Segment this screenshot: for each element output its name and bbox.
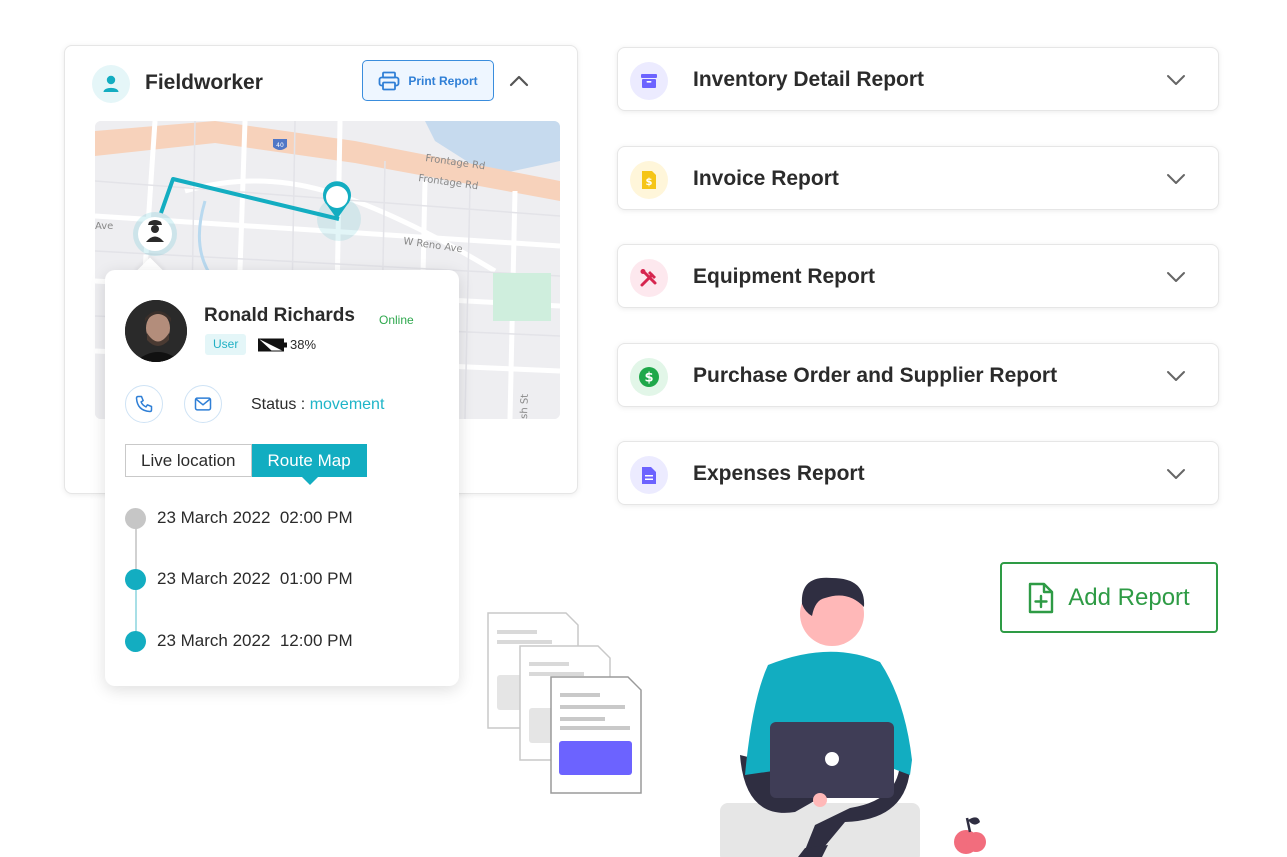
timeline-time: 23 March 2022 01:00 PM [157,569,353,588]
paper-stack-icon [487,612,642,794]
apple-icon [954,817,986,854]
highway-shield-label: 40 [276,142,284,149]
battery-indicator: 38% [258,337,316,352]
print-report-button[interactable]: Print Report [362,60,494,101]
report-title: Equipment Report [693,265,875,288]
status-value: movement [309,396,385,413]
timeline-dot [125,568,146,590]
file-plus-icon [1029,582,1054,613]
document-icon [630,456,668,494]
dollar-icon: $ [630,358,668,396]
timeline-time: 23 March 2022 12:00 PM [157,631,353,650]
fieldworker-title: Fieldworker [145,71,263,94]
worker-popover: Ronald Richards Online User 38% Status :… [105,270,459,686]
chevron-down-icon[interactable] [1164,265,1188,289]
chevron-down-icon[interactable] [1164,68,1188,92]
report-invoice[interactable]: $ Invoice Report [617,146,1219,210]
user-icon [92,65,130,103]
timeline-dot [125,630,146,652]
street-label: sh St [519,394,531,419]
report-title: Expenses Report [693,462,865,485]
worker-marker-icon [133,212,177,256]
mail-icon [194,397,212,411]
archive-icon [630,62,668,100]
battery-icon [258,338,287,351]
email-button[interactable] [184,385,222,423]
report-title: Purchase Order and Supplier Report [693,364,1058,387]
add-report-label: Add Report [1068,583,1190,611]
tools-icon [630,259,668,297]
tab-live-location[interactable]: Live location [125,444,252,477]
timeline-item: 23 March 2022 01:00 PM [125,568,353,590]
report-purchase-order-supplier[interactable]: $ Purchase Order and Supplier Report [617,343,1219,407]
timeline-dot [125,507,146,529]
report-title: Invoice Report [693,167,839,190]
printer-icon [378,71,400,90]
report-expenses[interactable]: Expenses Report [617,441,1219,505]
print-report-label: Print Report [408,73,478,88]
worker-name: Ronald Richards [204,305,355,326]
chevron-down-icon[interactable] [1164,364,1188,388]
location-tabs: Live location Route Map [125,444,367,485]
avatar [125,300,187,362]
role-badge: User [205,334,247,355]
svg-text:$: $ [644,371,653,386]
battery-percent: 38% [290,337,317,352]
timeline-item: 23 March 2022 12:00 PM [125,630,353,652]
chevron-down-icon[interactable] [1164,167,1188,191]
timeline-time: 23 March 2022 02:00 PM [157,508,353,527]
collapse-chevron-up-icon[interactable] [507,69,531,93]
worker-status: Status : movement [251,396,384,414]
report-title: Inventory Detail Report [693,68,925,91]
timeline-item: 23 March 2022 02:00 PM [125,507,353,529]
presence-status: Online [379,313,414,327]
invoice-icon: $ [630,161,668,199]
fieldworker-header: Fieldworker Print Report [65,46,577,121]
call-button[interactable] [125,385,163,423]
report-equipment[interactable]: Equipment Report [617,244,1219,308]
phone-icon [135,395,153,413]
status-label: Status : [251,396,306,413]
report-inventory-detail[interactable]: Inventory Detail Report [617,47,1219,111]
add-report-button[interactable]: Add Report [1000,562,1218,633]
chevron-down-icon[interactable] [1164,462,1188,486]
svg-text:$: $ [646,177,653,188]
tab-route-map[interactable]: Route Map [251,444,367,485]
street-label: Ave [95,221,113,232]
